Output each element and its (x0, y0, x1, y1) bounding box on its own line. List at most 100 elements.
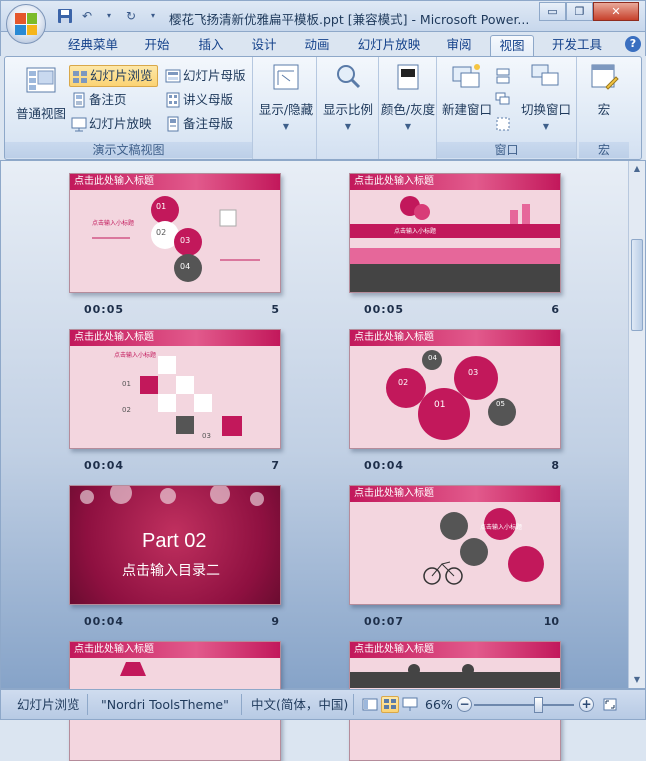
slide-8-num3: 03 (468, 368, 479, 377)
zoom-slider-thumb[interactable] (534, 697, 543, 713)
slide-title: 点击此处输入标题 (350, 174, 560, 190)
tab-animations[interactable]: 动画 (295, 35, 339, 56)
save-icon[interactable] (57, 8, 73, 24)
minimize-button[interactable]: ▭ (539, 2, 566, 21)
redo-icon[interactable]: ↻ (123, 8, 139, 24)
normal-view-status-button[interactable] (361, 696, 379, 713)
slide-5-num2: 02 (156, 228, 167, 237)
show-hide-button[interactable]: 显示/隐藏 ▼ (257, 61, 315, 131)
move-split-button[interactable] (493, 113, 515, 135)
slide-sorter-icon (384, 699, 396, 709)
slide-title: 点击此处输入标题 (70, 330, 280, 346)
notes-page-button[interactable]: 备注页 (69, 89, 131, 111)
zoom-in-button[interactable]: + (579, 697, 594, 712)
slide-7-subtitle: 点击输入小标题 (114, 352, 157, 359)
undo-icon[interactable]: ↶ (79, 8, 95, 24)
restore-button[interactable]: ❐ (566, 2, 593, 21)
slide-5-num1: 01 (156, 202, 167, 211)
tab-developer[interactable]: 开发工具 (545, 35, 609, 56)
tab-classic-menu[interactable]: 经典菜单 (63, 35, 123, 56)
help-button[interactable]: ? (625, 36, 641, 52)
slide-11-graphic (120, 662, 146, 676)
vertical-scrollbar[interactable]: ▲ ▼ (628, 161, 645, 688)
normal-view-button[interactable]: 普通视图 (11, 65, 71, 122)
customize-qat-icon[interactable]: ▾ (145, 8, 161, 24)
slide-time: 00:05 (364, 303, 405, 316)
slide-5-graphic (92, 196, 260, 282)
handout-master-button[interactable]: 讲义母版 (163, 89, 237, 111)
slide-sorter-icon (72, 69, 88, 85)
window-title: 樱花飞扬清新优雅扁平模板.ppt [兼容模式] - Microsoft Powe… (169, 12, 530, 27)
slide-number: 5 (271, 303, 279, 316)
slide-thumbnail-5[interactable]: 点击此处输入标题 01 02 03 04 点击输入小标题 (69, 173, 281, 293)
color-grayscale-button[interactable]: 颜色/灰度 ▼ (379, 61, 437, 131)
fit-to-window-button[interactable] (601, 696, 619, 713)
zoom-button[interactable]: 显示比例 ▼ (319, 61, 377, 131)
show-hide-icon (270, 61, 302, 93)
cascade-button[interactable] (493, 89, 515, 111)
tab-insert[interactable]: 插入 (189, 35, 233, 56)
switch-windows-button[interactable]: 切换窗口 ▼ (515, 61, 577, 131)
macros-label: 宏 (597, 102, 611, 117)
tab-view[interactable]: 视图 (490, 35, 534, 56)
arrange-all-button[interactable] (493, 65, 515, 87)
slide-title: 点击此处输入标题 (70, 642, 280, 658)
status-view-mode: 幻灯片浏览 (17, 697, 80, 712)
scroll-up-icon[interactable]: ▲ (629, 161, 645, 177)
slide-show-status-button[interactable] (401, 696, 419, 713)
tab-design[interactable]: 设计 (241, 35, 287, 56)
slide-show-button[interactable]: 幻灯片放映 (69, 113, 156, 135)
slide-show-label: 幻灯片放映 (89, 116, 152, 131)
slide-thumbnail-6[interactable]: 点击此处输入标题 点击输入小标题 (349, 173, 561, 293)
notes-master-button[interactable]: 备注母版 (163, 113, 237, 135)
scroll-down-icon[interactable]: ▼ (629, 672, 645, 688)
slide-10-graphic (423, 508, 544, 585)
quick-access-toolbar: ↶ ▾ ↻ ▾ (57, 8, 161, 24)
slide-6-subtitle: 点击输入小标题 (394, 228, 437, 235)
slide-number: 10 (543, 615, 559, 628)
slide-thumbnail-9[interactable]: Part 02 点击输入目录二 (69, 485, 281, 605)
zoom-level[interactable]: 66% (425, 690, 453, 719)
close-button[interactable]: ✕ (593, 2, 639, 21)
normal-view-label: 普通视图 (15, 106, 66, 121)
slide-5-num4: 04 (180, 262, 191, 271)
slide-7-num1: 01 (122, 380, 131, 388)
zoom-icon (332, 61, 364, 93)
slide-title: 点击此处输入标题 (70, 174, 280, 190)
group-presentation-views: 普通视图 幻灯片浏览 备注页 幻灯片放映 幻灯片母版 讲义母版 备注母版 演示文… (5, 57, 253, 159)
handout-master-icon (165, 92, 181, 108)
slide-thumbnail-7[interactable]: 点击此处输入标题 01 02 03 点击输入小标题 (69, 329, 281, 449)
slide-8-num4: 04 (428, 354, 437, 362)
tab-slide-show[interactable]: 幻灯片放映 (351, 35, 427, 56)
new-window-button[interactable]: 新建窗口 (437, 61, 497, 118)
tab-review[interactable]: 审阅 (437, 35, 481, 56)
slide-thumbnail-8[interactable]: 点击此处输入标题 02 04 01 03 05 (349, 329, 561, 449)
slide-master-button[interactable]: 幻灯片母版 (163, 65, 250, 87)
slide-8-num2: 02 (398, 378, 409, 387)
group-macros: 宏 宏 (579, 57, 629, 159)
chevron-down-icon: ▼ (344, 122, 352, 131)
macros-button[interactable]: 宏 (581, 61, 627, 118)
chevron-down-icon: ▼ (282, 122, 290, 131)
slide-9-big-title: Part 02 (142, 530, 207, 552)
chevron-down-icon[interactable]: ▾ (101, 8, 117, 24)
move-split-icon (495, 116, 511, 132)
slide-5-subtitle: 点击输入小标题 (92, 220, 135, 227)
zoom-out-button[interactable]: − (457, 697, 472, 712)
status-language[interactable]: 中文(简体，中国) (251, 690, 348, 719)
tab-home[interactable]: 开始 (135, 35, 179, 56)
title-bar: ↶ ▾ ↻ ▾ 樱花飞扬清新优雅扁平模板.ppt [兼容模式] - Micros… (0, 0, 646, 32)
zoom-slider-track[interactable] (474, 704, 574, 706)
slide-9-subtitle: 点击输入目录二 (122, 563, 220, 579)
macros-icon (588, 61, 620, 93)
slide-sorter-status-button[interactable] (381, 696, 399, 713)
office-button[interactable] (6, 4, 46, 44)
show-hide-label: 显示/隐藏 (258, 102, 314, 117)
scroll-thumb[interactable] (631, 239, 643, 331)
chevron-down-icon: ▼ (404, 122, 412, 131)
slide-thumbnail-10[interactable]: 点击此处输入标题 点击输入小标题 (349, 485, 561, 605)
slide-number: 8 (551, 459, 559, 472)
slide-sorter-button[interactable]: 幻灯片浏览 (69, 65, 158, 87)
slide-number: 7 (271, 459, 279, 472)
cascade-icon (495, 92, 511, 108)
